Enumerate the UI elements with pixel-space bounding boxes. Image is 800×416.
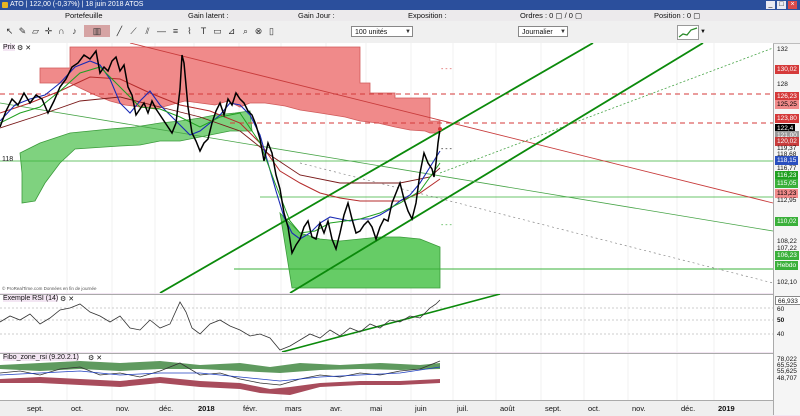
channel-icon[interactable]: ⫽: [142, 25, 153, 37]
exposure-label: Exposition :: [408, 11, 447, 20]
orders-label[interactable]: Ordres : 0 ▢ / 0 ▢: [520, 11, 582, 20]
price-axis-tick: 115,05: [775, 179, 799, 188]
rectangle-icon[interactable]: ▭: [212, 25, 223, 37]
svg-text:- - -: - - -: [441, 66, 453, 73]
last-price-marker: [438, 127, 442, 131]
price-axis-tick: Hebdo: [775, 261, 799, 270]
mini-chart-icon[interactable]: [677, 25, 699, 40]
price-axis-tick: 128: [777, 81, 788, 88]
fibo-panel-label: Fibo_zone_rsi (9.20.2.1): [3, 354, 79, 361]
title-bar: ATO | 122,00 (-0,37%) | 18 juin 2018 ATO…: [0, 0, 800, 10]
trend-line-icon[interactable]: ╱: [114, 25, 125, 37]
day-gain-label: Gain Jour :: [298, 11, 335, 20]
pencil-icon[interactable]: ✎: [17, 25, 28, 37]
time-axis-label: déc.: [159, 404, 174, 413]
rsi-axis-tick: 40: [777, 331, 785, 338]
time-axis-label: mai: [370, 404, 383, 413]
candle-style-icon[interactable]: ▥: [84, 25, 110, 37]
price-axis-tick: 130,02: [775, 65, 799, 74]
fibo-panel-settings-icon[interactable]: ⚙ ✕: [88, 354, 102, 362]
latent-gain-label: Gain latent :: [188, 11, 229, 20]
rsi-panel-settings-icon[interactable]: ⚙ ✕: [60, 295, 74, 303]
cursor-icon[interactable]: ↖: [4, 25, 15, 37]
rsi-panel-label: Exemple RSI (14): [3, 295, 59, 302]
app-logo-icon: [2, 2, 8, 8]
quantity-value: 100 unités: [355, 29, 388, 36]
rsi-axis-tick: 50: [777, 317, 785, 324]
rsi-axis-tick: 60: [777, 306, 785, 313]
chevron-down-icon[interactable]: ▼: [700, 29, 706, 35]
time-axis-label: sept.: [27, 404, 44, 413]
trash-icon[interactable]: ▯: [266, 25, 277, 37]
time-axis-label: juil.: [457, 404, 469, 413]
period-select[interactable]: Journalier ▼: [518, 26, 568, 37]
price-axis-tick: 123,80: [775, 114, 799, 123]
time-axis-label: oct.: [588, 404, 601, 413]
window-title: ATO | 122,00 (-0,37%) | 18 juin 2018 ATO…: [10, 1, 144, 8]
ruler-icon[interactable]: ⊿: [226, 25, 237, 37]
period-value: Journalier: [522, 29, 553, 36]
time-axis-label: 2018: [198, 404, 215, 413]
horizontal-line-icon[interactable]: ―: [156, 25, 167, 37]
crosshair-icon[interactable]: ✛: [43, 25, 54, 37]
price-axis-tick: 132: [777, 46, 788, 53]
time-axis-label: nov.: [632, 404, 646, 413]
source-note: © ProRealTime.com Données en fin de jour…: [2, 286, 97, 291]
fibonacci-icon[interactable]: ≡: [170, 25, 181, 37]
time-axis-label: avr.: [330, 404, 343, 413]
minimize-button[interactable]: _: [766, 1, 775, 9]
time-axis-label: nov.: [116, 404, 130, 413]
portfolio-link[interactable]: Portefeuille: [65, 11, 103, 20]
position-label[interactable]: Position : 0 ▢: [654, 11, 700, 20]
price-chart[interactable]: - - - - - - - - -: [0, 43, 800, 293]
rsi-chart[interactable]: [0, 294, 800, 352]
close-button[interactable]: ×: [788, 1, 797, 9]
time-axis-label: févr.: [243, 404, 258, 413]
price-panel-settings-icon[interactable]: ⚙ ✕: [17, 44, 31, 52]
time-axis-label: juin: [415, 404, 427, 413]
price-axis-tick: 106,23: [775, 251, 799, 260]
zoom-icon[interactable]: ⌕: [240, 25, 251, 37]
time-axis-label: 2019: [718, 404, 735, 413]
magnet-icon[interactable]: ∩: [56, 25, 67, 37]
price-axis-tick: 110,02: [775, 217, 799, 226]
time-axis-label: sept.: [545, 404, 562, 413]
fibo-axis-tick: 48,707: [777, 375, 797, 382]
ray-line-icon[interactable]: ⟋: [128, 25, 139, 37]
bell-icon[interactable]: ♪: [69, 25, 80, 37]
time-axis-label: oct.: [71, 404, 84, 413]
svg-text:- - -: - - -: [441, 146, 453, 153]
time-axis-label: déc.: [681, 404, 696, 413]
chevron-down-icon: ▼: [560, 29, 566, 35]
quantity-select[interactable]: 100 unités ▼: [351, 26, 413, 37]
price-axis-tick: 125,25: [775, 100, 799, 109]
left-level-label: 118: [2, 156, 14, 163]
time-axis-label: août: [500, 404, 515, 413]
maximize-button[interactable]: □: [777, 1, 786, 9]
price-axis-tick: 102,10: [777, 279, 797, 286]
account-info-bar: Portefeuille Gain latent : Gain Jour : E…: [0, 10, 800, 21]
time-axis-label: mars: [285, 404, 302, 413]
fibo-chart[interactable]: [0, 353, 800, 400]
svg-text:- - -: - - -: [441, 222, 453, 229]
time-axis[interactable]: sept. oct. nov. déc. 2018 févr. mars avr. mai jui…: [0, 400, 773, 416]
chevron-down-icon: ▼: [405, 29, 411, 35]
price-axis-tick: 112,95: [777, 197, 797, 204]
text-icon[interactable]: T: [198, 25, 209, 37]
eraser-icon[interactable]: ▱: [30, 25, 41, 37]
rsi-axis-tick: 66,933: [775, 296, 800, 305]
clear-icon[interactable]: ⊗: [253, 25, 264, 37]
fan-icon[interactable]: ⌇: [184, 25, 195, 37]
price-panel-label: Prix: [3, 44, 16, 51]
